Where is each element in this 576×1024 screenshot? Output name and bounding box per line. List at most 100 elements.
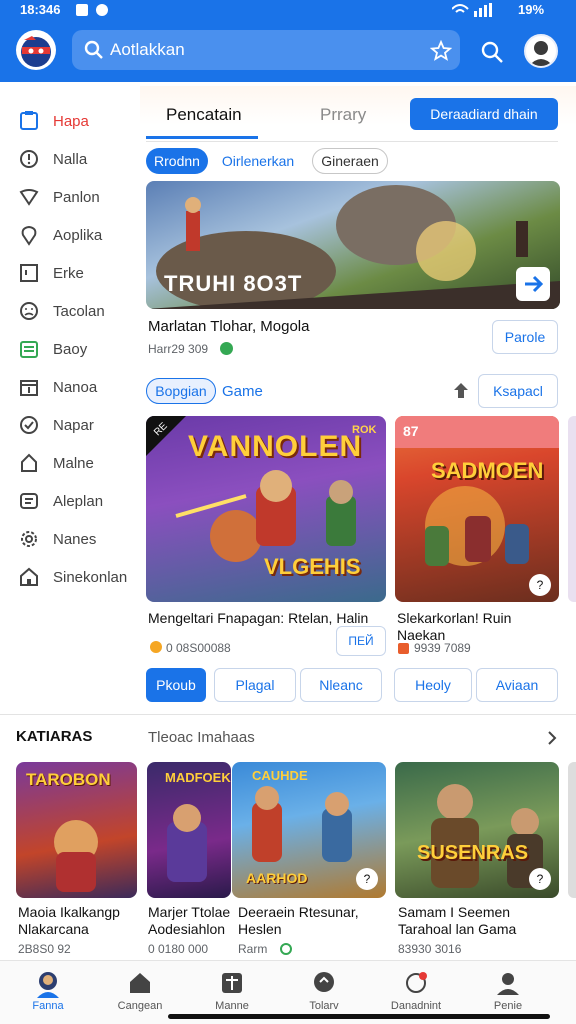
search-bar[interactable]: Aotlakkan [72, 30, 460, 70]
game-card-art-2[interactable]: 87 SADMOEN ? [395, 416, 559, 602]
frame-icon [18, 262, 40, 284]
game-card-peek [568, 416, 576, 602]
shield-icon [454, 383, 468, 398]
bottom-nav-label: Cangean [117, 1000, 163, 1012]
sidebar-item-nalla[interactable]: Nalla [18, 144, 136, 174]
action-button-plagal[interactable]: Plagal [214, 668, 296, 702]
store-icon [219, 968, 245, 998]
tab-pencatain[interactable]: Pencatain [166, 105, 242, 125]
hero-title: Marlatan Tlohar, Mogola [148, 318, 310, 335]
sidebar-item-label: Tacolan [53, 302, 105, 320]
hero-next-button[interactable] [516, 267, 550, 301]
card-title-3: Deeraein Rtesunar, Heslen [238, 904, 359, 937]
bottom-nav-label: Penie [493, 1000, 523, 1012]
messages-icon [311, 968, 337, 998]
profile-icon [495, 968, 521, 998]
sidebar-item-panlon[interactable]: Panlon [18, 182, 136, 212]
sidebar-item-label: Nalla [53, 150, 88, 168]
divider [0, 714, 576, 715]
game-info-icon-2[interactable]: ? [529, 574, 551, 596]
sidebar-item-hapa[interactable]: Hapa [18, 106, 136, 136]
list-card-art-1[interactable]: TAROBON [16, 762, 137, 898]
bottom-nav-label: Tolarv [309, 1000, 339, 1012]
game-art-sub-1: VLGEHIS [264, 554, 361, 579]
sidebar-item-label: Aoplika [53, 226, 103, 244]
status-time: 18:346 [20, 2, 61, 17]
signal-icon [452, 3, 492, 17]
card-info-icon-3[interactable]: ? [356, 868, 378, 890]
card-info-icon-4[interactable]: ? [529, 868, 551, 890]
star-settings-icon[interactable] [430, 40, 452, 62]
sidebar-item-label: Baoy [53, 340, 88, 358]
hero-banner[interactable]: TRUHI 8O3T [146, 181, 560, 309]
notification-icon [76, 4, 88, 16]
sidebar-item-label: Napar [53, 416, 94, 434]
sidebar-item-aleplan[interactable]: Aleplan [18, 486, 136, 516]
tab-prrary[interactable]: Prrary [320, 105, 366, 125]
coin-icon [150, 641, 162, 653]
filter-chip-gineraen[interactable]: Gineraen [312, 148, 388, 174]
bottom-nav-fanna[interactable]: Fanna [8, 968, 88, 1012]
user-avatar-icon [529, 41, 553, 66]
sidebar-item-erke[interactable]: Erke [18, 258, 136, 288]
sidebar-item-label: Sinekonlan [53, 568, 128, 586]
action-button-heoly[interactable]: Heoly [394, 668, 472, 702]
section-chip-bopgian[interactable]: Bopgian [146, 378, 216, 404]
sidebar-item-nanes[interactable]: Nanes [18, 524, 136, 554]
action-button-aviaan[interactable]: Aviaan [476, 668, 558, 702]
profile-avatar[interactable] [524, 34, 558, 68]
hero-banner-text: TRUHI 8O3T [164, 271, 303, 296]
game-meta-2: 9939 7089 [414, 641, 471, 655]
game-card-art-1[interactable]: RE ROK VANNOLEN VLGEHIS [146, 416, 386, 602]
gesture-bar [168, 1014, 550, 1019]
list-card-art-2[interactable]: MADFOEK [147, 762, 231, 898]
action-button-pkoub[interactable]: Pkoub [146, 668, 206, 702]
arrow-right-icon [525, 275, 544, 293]
calendar-icon [18, 376, 40, 398]
card-peek [568, 762, 576, 898]
bottom-nav-cangean[interactable]: Cangean [100, 968, 180, 1012]
face-icon [18, 300, 40, 322]
check-icon [18, 414, 40, 436]
game-action-button-1[interactable]: ПЕЙ [336, 626, 386, 656]
sidebar-item-label: Nanoa [53, 378, 98, 396]
app-logo[interactable] [16, 30, 56, 70]
sidebar-item-sinekonlan[interactable]: Sinekonlan [18, 562, 136, 592]
sidebar-item-malne[interactable]: Malne [18, 448, 136, 478]
divider [146, 141, 558, 142]
tab-indicator [146, 136, 258, 139]
section-subtitle: Tleoac Imahaas [148, 729, 255, 746]
card-art-title-1: TAROBON [26, 770, 111, 789]
sidebar-item-tacolan[interactable]: Tacolan [18, 296, 136, 326]
search-button-icon[interactable] [480, 40, 504, 64]
location-icon [18, 224, 40, 246]
sidebar-item-label: Malne [53, 454, 94, 472]
sidebar-item-napar[interactable]: Napar [18, 410, 136, 440]
bottom-nav-manne[interactable]: Manne [192, 968, 272, 1012]
section-heading: KATIARAS [16, 728, 93, 745]
sidebar-item-aoplika[interactable]: Aoplika [18, 220, 136, 250]
chevron-right-icon[interactable] [546, 730, 558, 746]
search-query: Aotlakkan [110, 40, 185, 59]
filter-chip-rrodnn[interactable]: Rrodnn [146, 148, 208, 174]
bottom-nav-danadnint[interactable]: Danadnint [376, 968, 456, 1012]
sidebar-item-label: Aleplan [53, 492, 104, 510]
notifications-icon [403, 968, 429, 998]
bottom-nav-tolarv[interactable]: Tolarv [284, 968, 364, 1012]
filter-chip-oirlenerkan[interactable]: Oirlenerkan [218, 148, 298, 174]
hero-action-button[interactable]: Parole [492, 320, 558, 354]
list-card-art-4[interactable]: SUSENRAS ? [395, 762, 559, 898]
sidebar-item-baoy[interactable]: Baoy [18, 334, 136, 364]
list-card-art-3[interactable]: CAUHDE AARHOD ? [232, 762, 386, 898]
action-button-nleanc[interactable]: Nleanc [300, 668, 382, 702]
download-cta-button[interactable]: Deraadiard dhain [410, 98, 558, 130]
book-icon [18, 338, 40, 360]
app-bar: Aotlakkan [0, 20, 576, 82]
bottom-nav-penie[interactable]: Penie [468, 968, 548, 1012]
see-more-button[interactable]: Ksapacl [478, 374, 558, 408]
sidebar-item-nanoa[interactable]: Nanoa [18, 372, 136, 402]
bottom-nav-label: Fanna [32, 1000, 64, 1012]
message-icon [96, 4, 108, 16]
card-art-sub-3: AARHOD [246, 870, 308, 886]
alert-icon [18, 148, 40, 170]
